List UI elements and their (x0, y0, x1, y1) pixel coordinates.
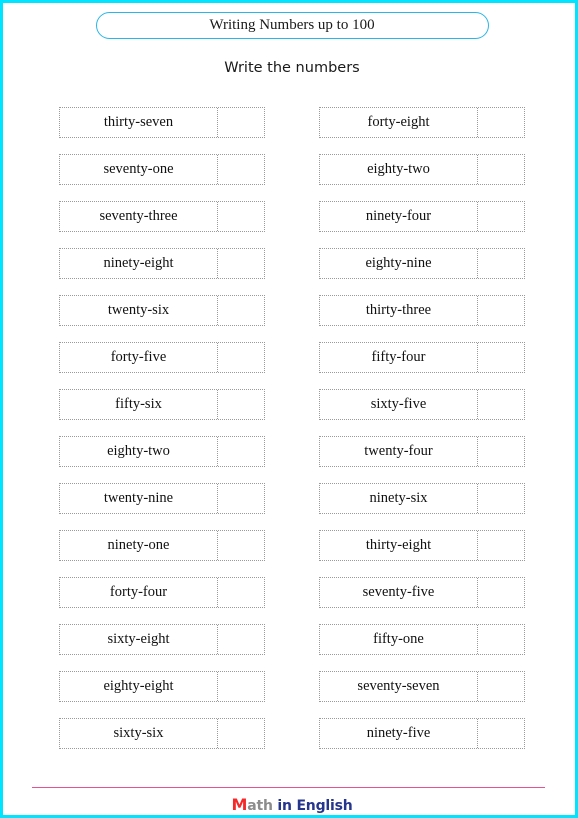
answer-input-cell[interactable] (218, 672, 264, 701)
number-word-label: sixty-eight (60, 625, 218, 654)
exercise-row: twenty-four (319, 436, 525, 467)
answer-input-cell[interactable] (478, 249, 524, 278)
exercise-row: sixty-five (319, 389, 525, 420)
answer-input-cell[interactable] (478, 531, 524, 560)
exercise-row: seventy-seven (319, 671, 525, 702)
answer-input-cell[interactable] (218, 343, 264, 372)
answer-input-cell[interactable] (218, 625, 264, 654)
answer-input-cell[interactable] (218, 390, 264, 419)
number-word-label: ninety-eight (60, 249, 218, 278)
answer-input-cell[interactable] (478, 719, 524, 748)
number-word-label: eighty-nine (320, 249, 478, 278)
worksheet-page: Writing Numbers up to 100 Write the numb… (0, 0, 578, 818)
answer-input-cell[interactable] (218, 249, 264, 278)
answer-input-cell[interactable] (478, 625, 524, 654)
number-word-label: eighty-eight (60, 672, 218, 701)
exercise-row: thirty-three (319, 295, 525, 326)
answer-input-cell[interactable] (478, 390, 524, 419)
answer-input-cell[interactable] (478, 484, 524, 513)
number-word-label: thirty-seven (60, 108, 218, 137)
answer-input-cell[interactable] (218, 531, 264, 560)
answer-input-cell[interactable] (478, 296, 524, 325)
brand-logo-rest: in English (272, 798, 353, 814)
number-word-label: twenty-four (320, 437, 478, 466)
answer-input-cell[interactable] (478, 578, 524, 607)
exercise-row: fifty-one (319, 624, 525, 655)
number-word-label: thirty-three (320, 296, 478, 325)
answer-input-cell[interactable] (478, 672, 524, 701)
instruction-text: Write the numbers (224, 60, 360, 76)
number-word-label: sixty-six (60, 719, 218, 748)
exercise-row: ninety-four (319, 201, 525, 232)
exercise-row: ninety-five (319, 718, 525, 749)
number-word-label: ninety-four (320, 202, 478, 231)
answer-input-cell[interactable] (478, 437, 524, 466)
footer-divider (32, 787, 545, 788)
exercise-row: fifty-four (319, 342, 525, 373)
exercise-row: forty-four (59, 577, 265, 608)
exercise-row: forty-five (59, 342, 265, 373)
answer-input-cell[interactable] (218, 296, 264, 325)
number-word-label: eighty-two (60, 437, 218, 466)
number-word-label: ninety-one (60, 531, 218, 560)
number-word-label: forty-five (60, 343, 218, 372)
brand-logo: Math in English (3, 795, 578, 814)
exercise-row: ninety-six (319, 483, 525, 514)
number-word-label: forty-eight (320, 108, 478, 137)
number-word-label: seventy-one (60, 155, 218, 184)
answer-input-cell[interactable] (218, 437, 264, 466)
exercise-row: seventy-three (59, 201, 265, 232)
page-title: Writing Numbers up to 100 (95, 12, 489, 39)
answer-input-cell[interactable] (478, 343, 524, 372)
number-word-label: sixty-five (320, 390, 478, 419)
number-word-label: eighty-two (320, 155, 478, 184)
number-word-label: forty-four (60, 578, 218, 607)
exercise-row: thirty-eight (319, 530, 525, 561)
exercise-row: eighty-nine (319, 248, 525, 279)
answer-input-cell[interactable] (478, 202, 524, 231)
number-word-label: thirty-eight (320, 531, 478, 560)
number-word-label: fifty-one (320, 625, 478, 654)
exercise-row: eighty-two (59, 436, 265, 467)
exercise-row: fifty-six (59, 389, 265, 420)
answer-input-cell[interactable] (218, 484, 264, 513)
exercise-row: twenty-nine (59, 483, 265, 514)
exercise-column-left: thirty-seven seventy-one seventy-three nine… (59, 107, 265, 765)
title-container: Writing Numbers up to 100 (3, 12, 578, 39)
exercise-row: eighty-two (319, 154, 525, 185)
answer-input-cell[interactable] (218, 202, 264, 231)
number-word-label: twenty-nine (60, 484, 218, 513)
exercise-row: ninety-eight (59, 248, 265, 279)
exercise-row: seventy-one (59, 154, 265, 185)
number-word-label: seventy-five (320, 578, 478, 607)
exercise-column-right: forty-eight eighty-two ninety-four eighty-n… (319, 107, 525, 765)
exercise-row: eighty-eight (59, 671, 265, 702)
exercise-row: seventy-five (319, 577, 525, 608)
exercise-row: thirty-seven (59, 107, 265, 138)
number-word-label: ninety-six (320, 484, 478, 513)
exercise-row: ninety-one (59, 530, 265, 561)
answer-input-cell[interactable] (218, 155, 264, 184)
answer-input-cell[interactable] (218, 719, 264, 748)
number-word-label: fifty-four (320, 343, 478, 372)
number-word-label: fifty-six (60, 390, 218, 419)
number-word-label: ninety-five (320, 719, 478, 748)
exercise-row: sixty-eight (59, 624, 265, 655)
exercise-row: twenty-six (59, 295, 265, 326)
brand-logo-m: M (231, 795, 248, 814)
answer-input-cell[interactable] (478, 108, 524, 137)
brand-logo-ath: ath (247, 798, 273, 814)
number-word-label: seventy-seven (320, 672, 478, 701)
answer-input-cell[interactable] (218, 108, 264, 137)
number-word-label: twenty-six (60, 296, 218, 325)
answer-input-cell[interactable] (218, 578, 264, 607)
exercise-row: sixty-six (59, 718, 265, 749)
number-word-label: seventy-three (60, 202, 218, 231)
exercise-row: forty-eight (319, 107, 525, 138)
answer-input-cell[interactable] (478, 155, 524, 184)
